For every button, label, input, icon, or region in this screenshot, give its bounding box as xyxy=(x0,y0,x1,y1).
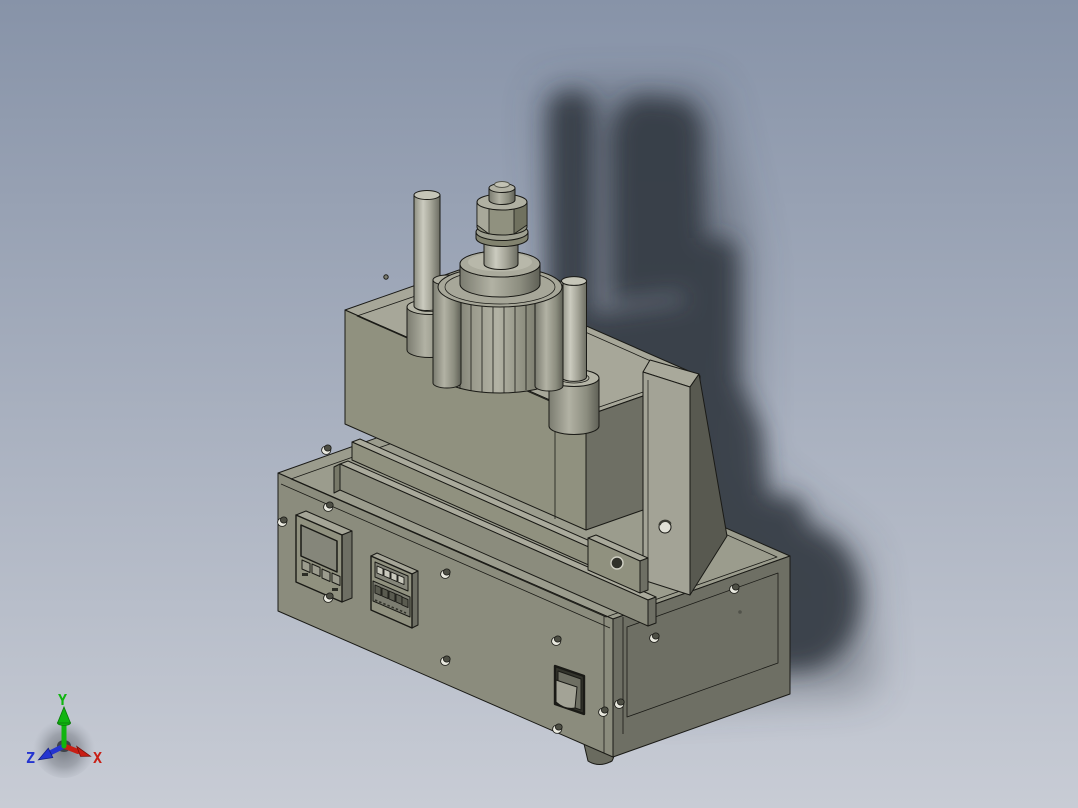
right-rod-wall[interactable] xyxy=(561,280,587,382)
x-axis-label: X xyxy=(93,749,102,767)
rail-left-end xyxy=(333,463,341,494)
right-rod-top xyxy=(561,276,587,286)
rail-lower-end xyxy=(647,596,657,627)
clamp-block-end xyxy=(639,557,649,594)
y-axis-label: Y xyxy=(58,691,67,709)
terminal-panel-side xyxy=(411,570,419,629)
left-rod-top xyxy=(413,190,441,200)
display-mark xyxy=(332,588,338,591)
cad-viewport[interactable]: Y Z X xyxy=(0,0,1078,808)
cap-nut-button xyxy=(494,181,510,188)
z-axis-label: Z xyxy=(26,749,35,767)
bracket-left-face[interactable] xyxy=(642,371,691,596)
display-panel-side xyxy=(341,530,353,603)
viewport-canvas[interactable]: Y Z X xyxy=(0,0,1078,808)
display-mark xyxy=(302,573,308,576)
clamp-block-hole xyxy=(610,556,624,570)
top-screw-dot xyxy=(383,274,389,280)
